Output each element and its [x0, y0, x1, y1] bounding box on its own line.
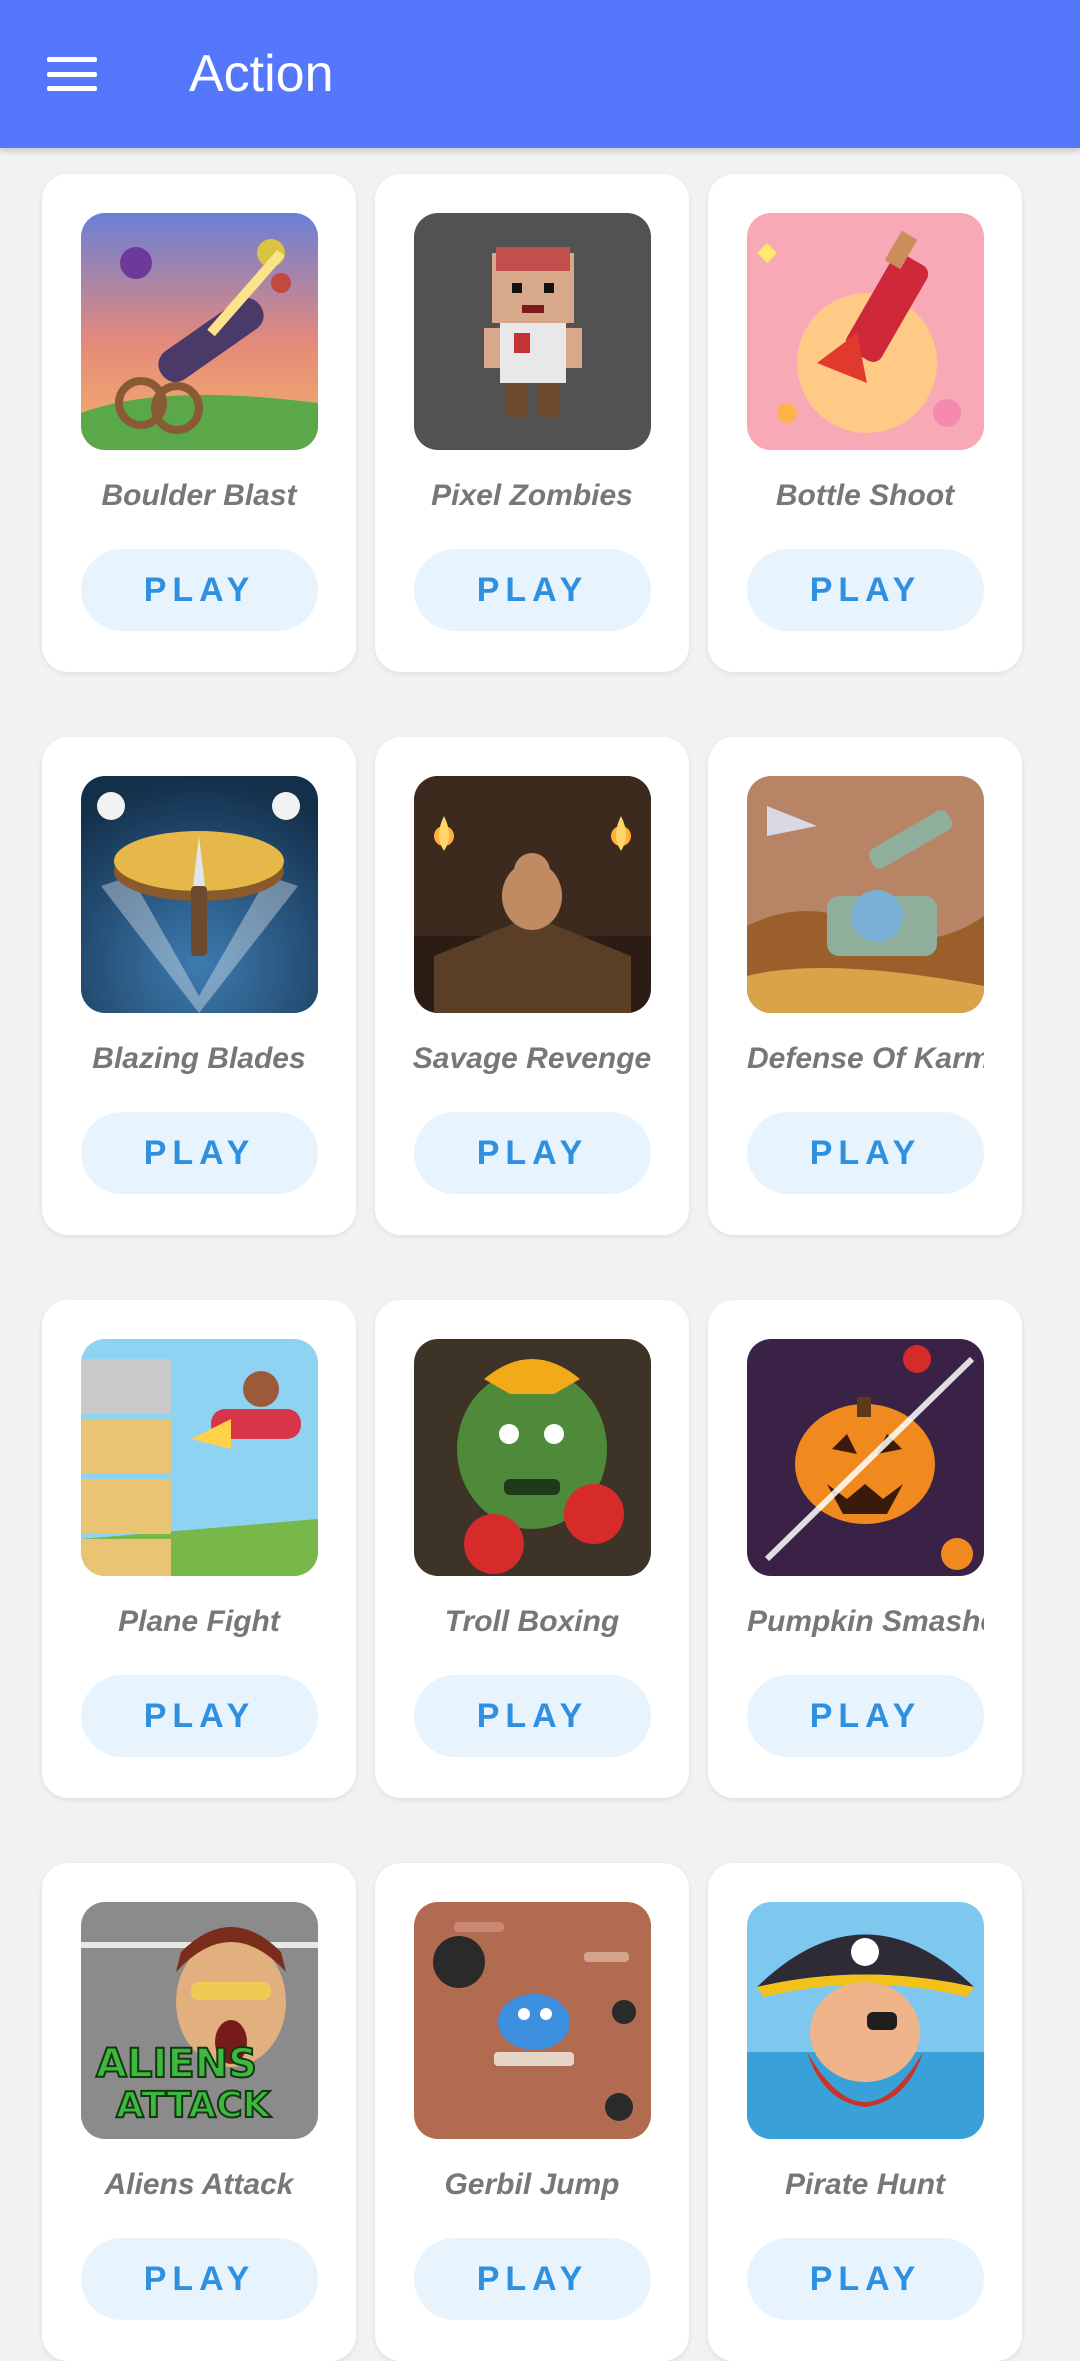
- game-thumbnail-pixel-zombies[interactable]: [414, 213, 651, 450]
- play-button[interactable]: PLAY: [747, 2238, 984, 2320]
- menu-button[interactable]: [30, 34, 114, 114]
- game-title: Gerbil Jump: [444, 2168, 620, 2201]
- game-thumbnail-plane-fight[interactable]: [81, 1339, 318, 1576]
- app-bar: Action: [0, 0, 1080, 148]
- svg-text:ATTACK: ATTACK: [116, 2085, 271, 2126]
- game-card-bottle-shoot[interactable]: Bottle Shoot PLAY: [708, 174, 1022, 672]
- game-title: Defense Of Karm: [747, 1042, 984, 1075]
- game-card-pixel-zombies[interactable]: Pixel Zombies PLAY: [375, 174, 689, 672]
- game-grid: Boulder Blast PLAY Pixel Zombies PLAY Bo…: [0, 0, 1080, 2361]
- play-button[interactable]: PLAY: [81, 1112, 318, 1194]
- game-thumbnail-gerbil-jump[interactable]: [414, 1902, 651, 2139]
- game-title: Aliens Attack: [104, 2168, 294, 2201]
- game-card-defense-of-karm[interactable]: Defense Of Karm PLAY: [708, 737, 1022, 1235]
- game-title: Troll Boxing: [444, 1605, 620, 1638]
- game-title: Pirate Hunt: [784, 2168, 946, 2201]
- page-title: Action: [189, 45, 334, 103]
- play-button[interactable]: PLAY: [81, 1675, 318, 1757]
- play-button[interactable]: PLAY: [81, 2238, 318, 2320]
- play-button[interactable]: PLAY: [81, 549, 318, 631]
- game-card-blazing-blades[interactable]: Blazing Blades PLAY: [42, 737, 356, 1235]
- game-title: Blazing Blades: [92, 1042, 306, 1075]
- game-card-pumpkin-smasher[interactable]: Pumpkin Smashe PLAY: [708, 1300, 1022, 1798]
- game-card-savage-revenge[interactable]: Savage Revenge PLAY: [375, 737, 689, 1235]
- play-button[interactable]: PLAY: [414, 1675, 651, 1757]
- game-thumbnail-pirate-hunt[interactable]: [747, 1902, 984, 2139]
- game-thumbnail-pumpkin-smasher[interactable]: [747, 1339, 984, 1576]
- play-button[interactable]: PLAY: [747, 549, 984, 631]
- game-thumbnail-savage-revenge[interactable]: [414, 776, 651, 1013]
- game-card-gerbil-jump[interactable]: Gerbil Jump PLAY: [375, 1863, 689, 2361]
- game-title: Bottle Shoot: [775, 479, 955, 512]
- game-thumbnail-boulder-blast[interactable]: [81, 213, 318, 450]
- play-button[interactable]: PLAY: [414, 2238, 651, 2320]
- game-card-boulder-blast[interactable]: Boulder Blast PLAY: [42, 174, 356, 672]
- game-title: Pixel Zombies: [431, 479, 633, 512]
- game-thumbnail-bottle-shoot[interactable]: [747, 213, 984, 450]
- game-thumbnail-aliens-attack[interactable]: ALIENS ATTACK: [81, 1902, 318, 2139]
- game-card-plane-fight[interactable]: Plane Fight PLAY: [42, 1300, 356, 1798]
- game-title: Boulder Blast: [101, 479, 297, 512]
- play-button[interactable]: PLAY: [414, 549, 651, 631]
- play-button[interactable]: PLAY: [414, 1112, 651, 1194]
- play-button[interactable]: PLAY: [747, 1675, 984, 1757]
- svg-text:ALIENS: ALIENS: [96, 2041, 257, 2087]
- game-title: Savage Revenge: [412, 1042, 652, 1075]
- game-card-troll-boxing[interactable]: Troll Boxing PLAY: [375, 1300, 689, 1798]
- game-title: Pumpkin Smashe: [747, 1605, 984, 1638]
- game-title: Plane Fight: [118, 1605, 280, 1638]
- play-button[interactable]: PLAY: [747, 1112, 984, 1194]
- hamburger-menu-icon: [47, 57, 97, 91]
- game-card-pirate-hunt[interactable]: Pirate Hunt PLAY: [708, 1863, 1022, 2361]
- game-thumbnail-blazing-blades[interactable]: [81, 776, 318, 1013]
- game-thumbnail-defense-of-karm[interactable]: [747, 776, 984, 1013]
- game-thumbnail-troll-boxing[interactable]: [414, 1339, 651, 1576]
- game-card-aliens-attack[interactable]: ALIENS ATTACK Aliens Attack PLAY: [42, 1863, 356, 2361]
